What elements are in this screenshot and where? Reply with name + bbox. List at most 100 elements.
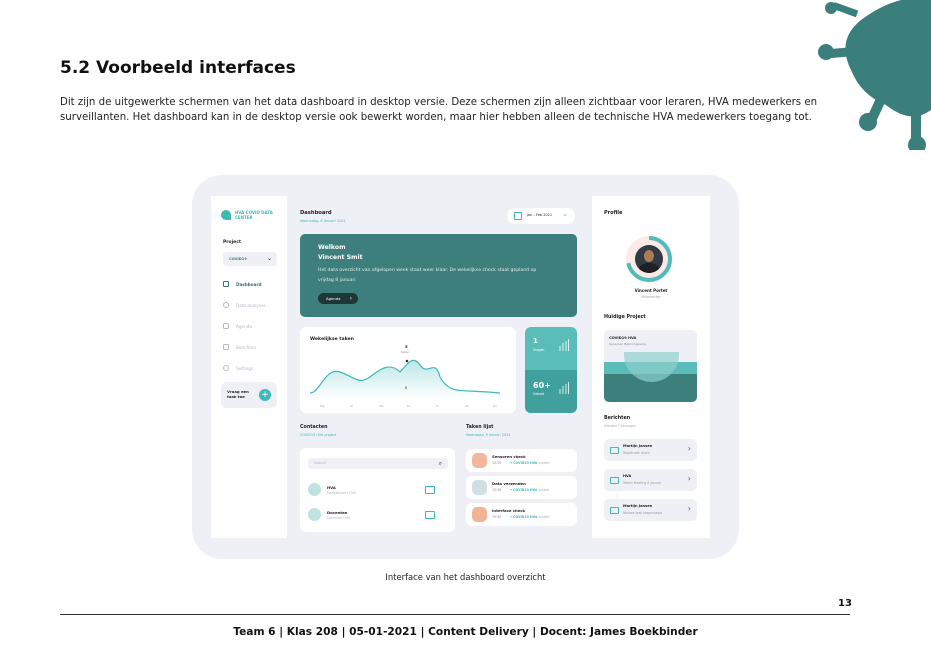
task-time: 10:30: [492, 461, 502, 465]
gear-icon: [223, 365, 229, 371]
project-value: COVID19: [229, 257, 247, 261]
calendar-icon: [514, 212, 522, 220]
task-color: [472, 480, 487, 495]
section-heading: 5.2 Voorbeeld interfaces: [60, 58, 296, 78]
task-item: Interface check 15:30 • COVID19 HVA proj…: [466, 503, 577, 526]
message-item: HVA Teams Meeting 8 januari ›: [604, 469, 697, 491]
message-name: Martijn Jansen: [623, 504, 653, 508]
peak-point: [405, 359, 409, 363]
avatar: [308, 508, 321, 521]
project-select: COVID19 ⌄: [223, 252, 277, 266]
message-sub: Nieuwe taak toegevoegd: [623, 511, 662, 515]
weekly-tasks-card: Wekelijkse taken 5 taken 0 Ma Di Wo Do V…: [300, 327, 516, 413]
search-placeholder: Search: [314, 461, 327, 465]
agenda-button-label: Agenda: [326, 296, 341, 301]
message-name: HVA: [623, 474, 632, 478]
task-name: Interface check: [492, 508, 526, 513]
current-project-title: Huidige Project: [604, 315, 646, 320]
day-label: Di: [350, 404, 353, 408]
weekly-chart: 5 taken 0 Ma Di Wo Do Vr Za Zo: [309, 344, 501, 408]
mail-icon: [610, 477, 619, 484]
nav-agenda: Agenda: [223, 320, 283, 332]
contacts-subtitle: COVID19 HVA project: [300, 433, 337, 437]
task-project: • COVID19 HVA project: [510, 488, 550, 492]
chevron-right-icon: ›: [687, 444, 691, 453]
search-input: Search ⌕: [308, 458, 448, 469]
bars-icon: [559, 382, 569, 394]
tasks-title: Taken lijst: [466, 425, 494, 430]
grid-icon: [223, 281, 229, 287]
nav-settings: Settings: [223, 362, 283, 374]
peak-value: 5: [405, 344, 408, 349]
project-label: Project: [223, 240, 242, 245]
dashboard-title: Dashboard: [300, 210, 332, 216]
mockup-logo: HVA COVID DATA CENTER: [221, 210, 275, 220]
day-label: Zo: [493, 404, 497, 408]
globe-icon: [223, 302, 229, 308]
dashboard-mockup: HVA COVID DATA CENTER Project COVID19 ⌄ D…: [211, 196, 710, 538]
contact-name: Docenten: [327, 510, 348, 515]
mail-icon: [610, 507, 619, 514]
message-name: Martijn Jansen: [623, 444, 653, 448]
task-project-suffix: project: [538, 488, 550, 492]
current-project-card: COVID19 HVA Sensoren Meldomgeving: [604, 330, 697, 402]
profile-role: Medewerker: [641, 295, 661, 299]
nav-dashboard: Dashboard: [223, 278, 283, 290]
plus-icon: +: [259, 389, 271, 401]
message-sub: Registratie check: [623, 451, 650, 455]
logo-text: HVA COVID DATA CENTER: [235, 210, 273, 220]
chevron-right-icon: ›: [687, 474, 691, 483]
peak-label: taken: [401, 350, 409, 354]
task-project-suffix: project: [538, 461, 550, 465]
chevron-down-icon: ⌄: [266, 255, 272, 262]
task-name: Data verzenden: [492, 481, 526, 486]
chevron-right-icon: ›: [687, 504, 691, 513]
mockup-sidebar: HVA COVID DATA CENTER Project COVID19 ⌄ D…: [211, 196, 287, 538]
wifi-logo-icon: [221, 210, 231, 220]
page-footer: Team 6 | Klas 208 | 05-01-2021 | Content…: [233, 626, 698, 638]
nav-label: Dashboard: [236, 281, 262, 287]
task-item: Sensoren check 10:30 • COVID19 HVA proje…: [466, 449, 577, 472]
intro-paragraph: Dit zijn de uitgewerkte schermen van het…: [60, 97, 818, 123]
nav-label: Settings: [236, 365, 254, 371]
page-number: 13: [838, 598, 852, 609]
task-color: [472, 453, 487, 468]
welcome-text: Het data overzicht van afgelopen week st…: [318, 268, 537, 283]
mail-icon: [425, 486, 435, 494]
avatar-photo: [635, 245, 663, 273]
day-label: Ma: [320, 404, 325, 408]
contacts-card: Search ⌕ HVA Medewerkers HVA Docenten Doc…: [300, 448, 455, 532]
contact-sub: Medewerkers HVA: [327, 491, 356, 495]
contact-row: Docenten Docenten HVA: [308, 505, 443, 523]
task-project: • COVID19 HVA project: [510, 461, 550, 465]
contact-name: HVA: [327, 485, 336, 490]
virus-illustration: [818, 0, 931, 150]
message-item: Martijn Jansen Nieuwe taak toegevoegd ›: [604, 499, 697, 521]
task-time: 13:30: [492, 488, 502, 492]
profile-title: Profile: [604, 210, 623, 216]
mail-icon: [610, 447, 619, 454]
nav-label: Data analyses: [236, 302, 266, 308]
search-icon: ⌕: [438, 460, 442, 467]
task-item: Data verzenden 13:30 • COVID19 HVA proje…: [466, 476, 577, 499]
profile-name: Vincent Portet: [634, 288, 668, 293]
stat-value: 1: [533, 337, 538, 345]
nav-label: Berichten: [236, 344, 257, 350]
project-sub: Sensoren Meldomgeving: [609, 342, 647, 346]
welcome-heading: Welkom: [318, 244, 346, 251]
messages-subtitle: Geleden Ontvangen: [604, 424, 636, 428]
task-name: Sensoren check: [492, 454, 526, 459]
task-project-suffix: project: [538, 515, 550, 519]
help-card: Vraag een taak toe +: [221, 382, 277, 408]
stat-label: Gebied: [533, 392, 545, 396]
tasks-subtitle: Woensdag, 6 januari 2021: [466, 433, 511, 437]
day-label: Do: [407, 404, 411, 408]
task-project-name: COVID19 HVA: [513, 488, 538, 492]
agenda-button: Agenda ›: [318, 293, 358, 304]
nav-data-analyses: Data analyses: [223, 299, 283, 311]
mail-icon: [425, 511, 435, 519]
welcome-card: Welkom Vincent Smit Het data overzicht v…: [300, 234, 577, 317]
project-image-shape: [624, 352, 679, 382]
contact-row: HVA Medewerkers HVA: [308, 480, 443, 498]
welcome-name: Vincent Smit: [318, 254, 363, 261]
